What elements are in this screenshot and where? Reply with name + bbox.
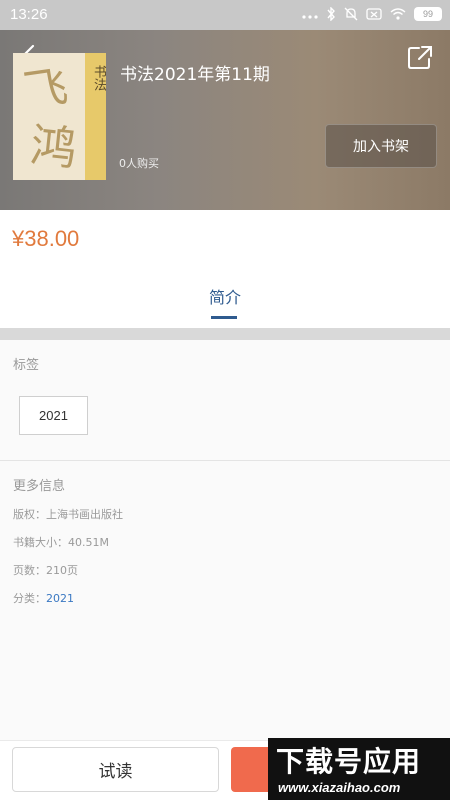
page-count-info: 页数：210页 (13, 564, 78, 577)
watermark-url: www.xiazaihao.com (278, 780, 401, 795)
try-read-button[interactable]: 试读 (12, 747, 219, 792)
add-to-shelf-button[interactable]: 加入书架 (325, 124, 437, 168)
buyers-count: 0人购买 (119, 157, 159, 170)
tab-active-indicator (211, 316, 237, 319)
wifi-icon (390, 8, 406, 20)
more-info-label: 更多信息 (13, 479, 66, 494)
book-title: 书法2021年第11期 (120, 65, 270, 85)
book-cover-image: 飞 鸿 书法 (13, 53, 106, 180)
cover-calligraphy: 鸿 (27, 117, 80, 177)
status-icons: 99 (302, 7, 442, 21)
watermark-logo: 下载号应用 www.xiazaihao.com (268, 738, 450, 800)
watermark-text: 下载号应用 (276, 745, 422, 778)
status-bar: 13:26 99 (0, 0, 450, 30)
divider (0, 460, 450, 461)
category-info: 分类：2021 (13, 590, 74, 606)
category-link[interactable]: 2021 (46, 592, 74, 605)
status-time: 13:26 (10, 6, 48, 23)
price: ¥38.00 (12, 226, 80, 251)
bluetooth-icon (327, 7, 335, 21)
battery-icon: 99 (414, 7, 442, 21)
more-dots-icon (302, 15, 318, 19)
copyright-info: 版权：上海书画出版社 (13, 508, 123, 521)
section-divider (0, 328, 450, 340)
tab-intro[interactable]: 简介 (0, 284, 450, 308)
file-size-info: 书籍大小：40.51M (13, 536, 109, 549)
mute-icon (344, 7, 358, 21)
category-label: 分类： (13, 592, 46, 605)
cover-vertical-text: 书法 (91, 65, 106, 91)
share-icon[interactable] (406, 44, 434, 72)
sim-icon (366, 8, 382, 20)
tags-label: 标签 (13, 358, 40, 373)
tag-chip[interactable]: 2021 (19, 396, 88, 435)
